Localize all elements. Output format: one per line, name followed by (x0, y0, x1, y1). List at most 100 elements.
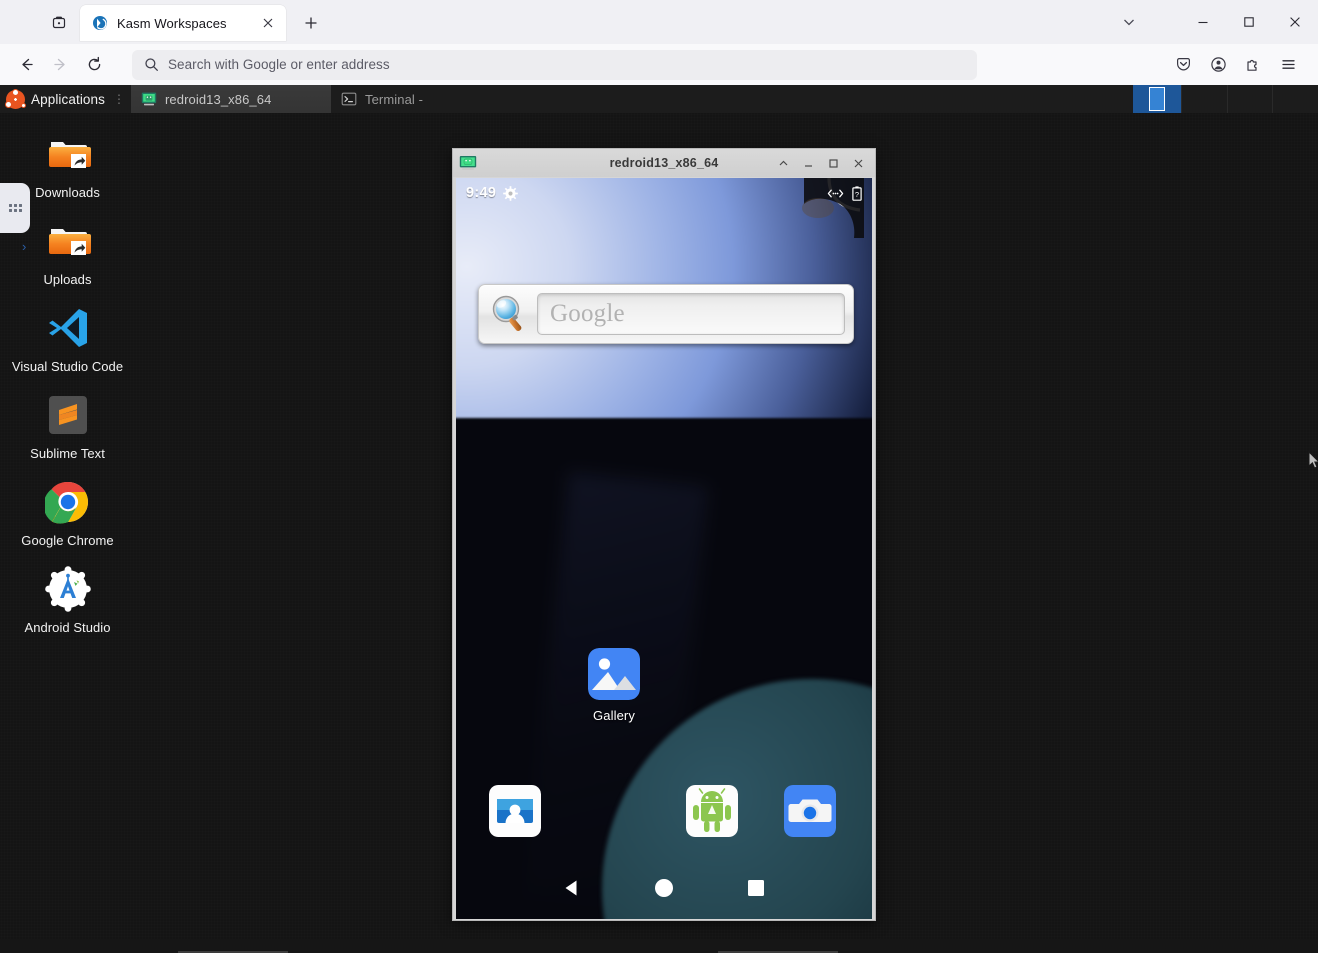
back-button[interactable] (10, 49, 42, 81)
sublime-text-icon (44, 391, 92, 439)
status-bar-left: 9:49 (466, 185, 519, 201)
magnifier-icon (492, 295, 522, 331)
extensions-button[interactable] (1237, 49, 1269, 81)
maximize-icon (828, 158, 838, 168)
desktop-icon-android-studio[interactable]: Android Studio (0, 565, 135, 636)
dock-item-contacts[interactable] (489, 785, 541, 837)
taskbar-item-terminal[interactable]: Terminal - (331, 85, 531, 113)
back-triangle-icon (565, 880, 577, 896)
desktop-icon-sublime-text[interactable]: Sublime Text (0, 391, 135, 462)
gallery-icon (588, 648, 640, 700)
home-circle-icon (655, 879, 673, 897)
taskbar-item-redroid[interactable]: redroid13_x86_64 (131, 85, 331, 113)
vscode-icon (44, 304, 92, 352)
search-icon (145, 58, 158, 71)
applications-menu-label: Applications (31, 91, 105, 107)
save-to-pocket-icon (1176, 58, 1190, 71)
desktop-icon-label: Downloads (35, 185, 100, 200)
close-button[interactable] (847, 152, 869, 174)
nav-back-button[interactable] (550, 866, 594, 910)
dock-item-camera[interactable] (784, 785, 836, 837)
maximize-icon (1244, 17, 1254, 27)
reload-button[interactable] (78, 49, 110, 81)
desktop-icon-label: Google Chrome (21, 533, 114, 548)
workspace-2[interactable] (1181, 85, 1227, 113)
window-close-button[interactable] (1272, 2, 1318, 42)
hamburger-menu-icon (1281, 60, 1295, 69)
plus-icon (305, 17, 317, 29)
app-icon-label: Gallery (593, 708, 635, 723)
toolbar-actions (1167, 49, 1308, 81)
app-icon-gallery[interactable]: Gallery (588, 648, 640, 723)
address-bar-placeholder: Search with Google or enter address (168, 57, 390, 72)
android-window-titlebar[interactable]: redroid13_x86_64 (453, 149, 875, 177)
nav-recents-button[interactable] (734, 866, 778, 910)
contacts-icon (489, 785, 541, 837)
desktop-icon-vscode[interactable]: Visual Studio Code (0, 304, 135, 375)
kasm-control-panel-handle[interactable] (0, 183, 30, 233)
search-input[interactable]: Google (537, 293, 845, 335)
workspace-active[interactable] (1149, 87, 1165, 111)
google-search-widget[interactable]: Google (478, 284, 854, 344)
minimize-icon (1198, 21, 1208, 24)
svg-text:?: ? (855, 190, 859, 199)
close-icon (854, 159, 862, 167)
reload-icon (88, 56, 100, 71)
app-menu-button[interactable] (1272, 49, 1304, 81)
back-arrow-icon (21, 58, 33, 71)
android-studio-icon (44, 565, 92, 613)
terminal-icon (341, 92, 357, 106)
dock-item-android[interactable] (686, 785, 738, 837)
taskbar-item-label: redroid13_x86_64 (165, 91, 272, 107)
extensions-puzzle-icon (1246, 59, 1257, 71)
desktop[interactable]: Downloads Uploads Visual Studio Code Sub… (0, 113, 1318, 953)
account-circle-icon (1210, 57, 1226, 72)
secondary-taskbar[interactable] (0, 939, 1318, 953)
new-tab-button[interactable] (296, 8, 326, 38)
workspace-3[interactable] (1226, 85, 1273, 113)
chevron-down-icon (1124, 19, 1134, 26)
window-task-list: redroid13_x86_64 Terminal - (131, 85, 531, 113)
shade-up-icon (779, 160, 787, 165)
status-bar-clock: 9:49 (466, 185, 497, 201)
maximize-button[interactable] (822, 152, 844, 174)
workspace-4[interactable] (1272, 85, 1318, 113)
taskbar-item-label: Terminal - (365, 91, 424, 107)
android-status-bar: 9:49 ? (456, 178, 872, 208)
save-to-pocket-button[interactable] (1167, 49, 1199, 81)
firefox-chevron-button[interactable] (1106, 2, 1152, 42)
applications-menu-button[interactable]: Applications ⋮ (0, 85, 131, 113)
mouse-cursor (1308, 451, 1318, 469)
desktop-icon-label: Visual Studio Code (11, 359, 124, 374)
minimize-button[interactable] (797, 152, 819, 174)
recents-square-icon (748, 880, 764, 896)
chrome-icon (44, 478, 92, 526)
desktop-icon-label: Uploads (43, 272, 92, 287)
android-emulator-icon (141, 92, 157, 106)
ethernet-icon (827, 189, 844, 197)
account-button[interactable] (1202, 49, 1234, 81)
android-window-controls (772, 152, 869, 174)
desktop-icon-google-chrome[interactable]: Google Chrome (0, 478, 135, 549)
browser-tab[interactable]: Kasm Workspaces (80, 5, 286, 41)
shade-button[interactable] (772, 152, 794, 174)
tab-close-button[interactable] (258, 13, 278, 33)
kasm-logo-icon (93, 16, 107, 30)
forward-button[interactable] (44, 49, 76, 81)
camera-icon (784, 785, 836, 837)
workspace-pager-rest[interactable] (1181, 85, 1318, 113)
list-all-tabs-icon (52, 16, 66, 29)
address-bar[interactable]: Search with Google or enter address (132, 49, 977, 80)
android-robot-icon (686, 785, 738, 837)
list-all-tabs-button[interactable] (42, 6, 76, 40)
browser-chrome: Kasm Workspaces Search with Google or en… (0, 0, 1318, 85)
close-icon (1290, 17, 1300, 27)
panel-separator: ⋮ (113, 92, 125, 106)
android-emulator-window[interactable]: redroid13_x86_64 9:49 ? Google Gallery (452, 148, 876, 921)
window-minimize-button[interactable] (1180, 2, 1226, 42)
android-screen[interactable]: 9:49 ? Google Gallery (456, 178, 872, 919)
window-maximize-button[interactable] (1226, 2, 1272, 42)
nav-home-button[interactable] (642, 866, 686, 910)
workspace-pager[interactable] (1133, 85, 1181, 113)
desktop-icon-label: Sublime Text (30, 446, 105, 461)
